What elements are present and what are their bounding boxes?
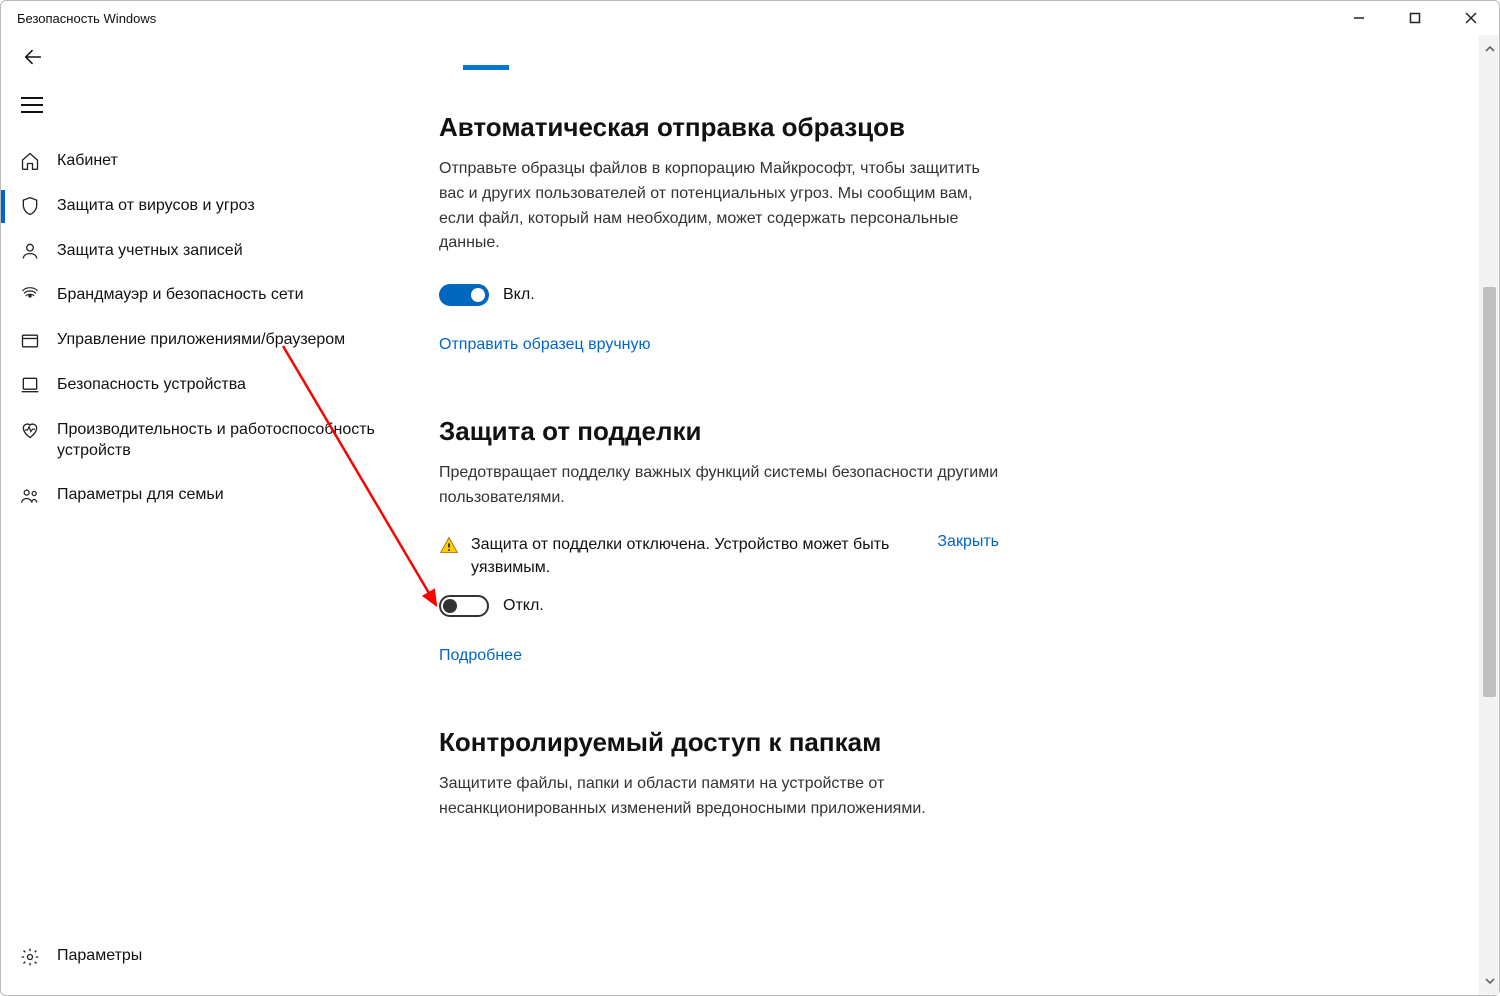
app-window: Безопасность Windows [0,0,1500,996]
content-wrap: Автоматическая отправка образцов Отправь… [411,35,1499,995]
back-row [1,35,411,79]
section-title: Контролируемый доступ к папкам [439,727,999,758]
scroll-up-arrow-icon[interactable] [1480,39,1499,59]
titlebar: Безопасность Windows [1,1,1499,35]
nav-item-home[interactable]: Кабинет [1,139,411,184]
warning-banner: Защита от подделки отключена. Устройство… [439,533,999,579]
nav-label: Управление приложениями/браузером [57,330,345,351]
nav-item-account[interactable]: Защита учетных записей [1,229,411,274]
toggle-row: Откл. [439,595,999,617]
accent-strip [463,65,509,70]
section-description: Предотвращает подделку важных функций си… [439,461,999,511]
hamburger-row [1,79,411,131]
section-controlled-folder-access: Контролируемый доступ к папкам Защитите … [439,727,999,822]
device-icon [19,375,41,395]
minimize-button[interactable] [1331,1,1387,35]
section-title: Автоматическая отправка образцов [439,112,999,143]
learn-more-link[interactable]: Подробнее [439,647,522,665]
toggle-state-label: Вкл. [503,286,535,304]
toggle-row: Вкл. [439,284,999,306]
section-sample-submission: Автоматическая отправка образцов Отправь… [439,112,999,354]
app-browser-icon [19,331,41,351]
maximize-button[interactable] [1387,1,1443,35]
bottom-nav: Параметры [1,934,411,995]
person-icon [19,241,41,261]
nav-label: Параметры для семьи [57,485,224,506]
hamburger-button[interactable] [15,87,51,123]
home-icon [19,151,41,171]
warning-icon [439,535,459,560]
network-icon [19,286,41,306]
section-description: Защитите файлы, папки и области памяти н… [439,772,999,822]
scroll-thumb[interactable] [1483,287,1496,697]
back-button[interactable] [15,39,51,75]
toggle-state-label: Откл. [503,597,544,615]
left-column: Кабинет Защита от вирусов и угроз Защита… [1,35,411,995]
vertical-scrollbar[interactable] [1479,35,1499,995]
warning-text: Защита от подделки отключена. Устройство… [471,533,915,579]
nav-label: Параметры [57,946,142,967]
app-body: Кабинет Защита от вирусов и угроз Защита… [1,35,1499,995]
nav-list: Кабинет Защита от вирусов и угроз Защита… [1,131,411,934]
content-inner: Автоматическая отправка образцов Отправь… [439,65,999,822]
window-title: Безопасность Windows [17,11,156,26]
tamper-protection-toggle[interactable] [439,595,489,617]
arrow-left-icon [22,46,44,68]
scroll-track[interactable] [1480,59,1499,971]
warning-dismiss-link[interactable]: Закрыть [937,533,999,551]
nav-item-settings[interactable]: Параметры [1,934,411,979]
nav-item-virus[interactable]: Защита от вирусов и угроз [1,184,411,229]
nav-item-performance[interactable]: Производительность и работоспособность у… [1,408,411,474]
submit-sample-link[interactable]: Отправить образец вручную [439,336,651,354]
scroll-down-arrow-icon[interactable] [1480,971,1499,991]
gear-icon [19,947,41,967]
nav-item-firewall[interactable]: Брандмауэр и безопасность сети [1,273,411,318]
content-area: Автоматическая отправка образцов Отправь… [411,35,1479,995]
sample-submission-toggle[interactable] [439,284,489,306]
shield-icon [19,196,41,216]
section-description: Отправьте образцы файлов в корпорацию Ма… [439,157,999,256]
nav-label: Защита от вирусов и угроз [57,196,255,217]
window-controls [1331,1,1499,35]
heart-icon [19,420,41,440]
nav-item-device[interactable]: Безопасность устройства [1,363,411,408]
family-icon [19,486,41,506]
nav-label: Кабинет [57,151,118,172]
section-tamper-protection: Защита от подделки Предотвращает подделк… [439,416,999,665]
nav-label: Защита учетных записей [57,241,243,262]
nav-label: Безопасность устройства [57,375,246,396]
nav-item-appbrowser[interactable]: Управление приложениями/браузером [1,318,411,363]
close-button[interactable] [1443,1,1499,35]
section-title: Защита от подделки [439,416,999,447]
nav-label: Производительность и работоспособность у… [57,420,401,462]
nav-item-family[interactable]: Параметры для семьи [1,473,411,518]
nav-label: Брандмауэр и безопасность сети [57,285,304,306]
